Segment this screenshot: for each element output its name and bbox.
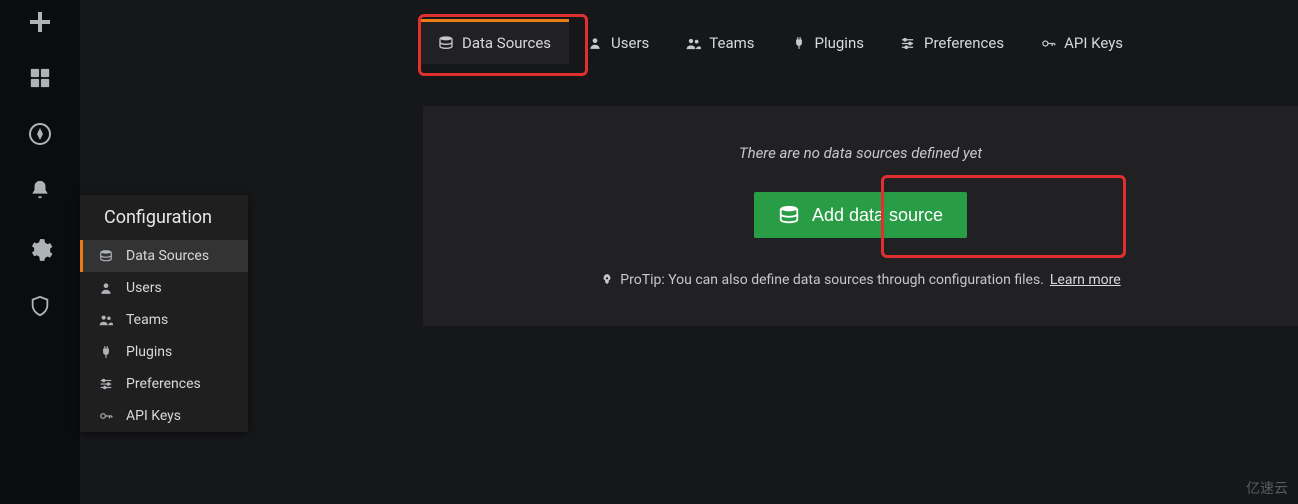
admin-button[interactable]	[18, 284, 62, 328]
users-icon	[685, 35, 701, 51]
flyout-item-users[interactable]: Users	[80, 272, 248, 304]
plug-icon	[98, 344, 114, 360]
create-button[interactable]	[18, 0, 62, 44]
watermark: 亿速云	[1246, 478, 1288, 498]
protip-text: ProTip: You can also define data sources…	[600, 272, 1120, 288]
flyout-item-plugins[interactable]: Plugins	[80, 336, 248, 368]
alerting-button[interactable]	[18, 168, 62, 212]
flyout-item-label: Data Sources	[126, 248, 209, 264]
empty-state-message: There are no data sources defined yet	[739, 144, 982, 162]
database-icon	[98, 248, 114, 264]
flyout-item-data-sources[interactable]: Data Sources	[80, 240, 248, 272]
database-icon	[778, 204, 800, 226]
protip-learn-more-link[interactable]: Learn more	[1050, 272, 1121, 288]
flyout-item-label: API Keys	[126, 408, 181, 424]
gear-icon	[27, 237, 53, 263]
tab-label: Teams	[709, 34, 754, 52]
key-icon	[1040, 35, 1056, 51]
sliders-icon	[900, 35, 916, 51]
users-icon	[98, 312, 114, 328]
bell-icon	[29, 179, 51, 201]
tab-plugins[interactable]: Plugins	[773, 22, 882, 64]
configuration-button[interactable]	[18, 228, 62, 272]
tab-users[interactable]: Users	[569, 22, 667, 64]
protip-message: ProTip: You can also define data sources…	[620, 272, 1044, 288]
dashboards-button[interactable]	[18, 56, 62, 100]
explore-button[interactable]	[18, 112, 62, 156]
compass-icon	[28, 122, 52, 146]
tab-label: Preferences	[924, 34, 1004, 52]
flyout-item-label: Plugins	[126, 344, 172, 360]
configuration-flyout: Configuration Data Sources Users Teams P…	[80, 195, 248, 432]
shield-icon	[29, 295, 51, 317]
tab-data-sources[interactable]: Data Sources	[420, 19, 569, 64]
dashboard-icon	[29, 67, 51, 89]
tab-label: Users	[611, 34, 649, 52]
flyout-item-teams[interactable]: Teams	[80, 304, 248, 336]
tab-teams[interactable]: Teams	[667, 22, 772, 64]
left-sidebar	[0, 0, 80, 504]
config-tabs: Data Sources Users Teams Plugins Prefere…	[420, 22, 1141, 64]
flyout-item-preferences[interactable]: Preferences	[80, 368, 248, 400]
tab-label: API Keys	[1064, 34, 1123, 52]
key-icon	[98, 408, 114, 424]
add-button-label: Add data source	[812, 205, 943, 226]
add-data-source-button[interactable]: Add data source	[754, 192, 967, 238]
plug-icon	[791, 35, 807, 51]
plus-icon	[28, 10, 52, 34]
user-icon	[587, 35, 603, 51]
tab-api-keys[interactable]: API Keys	[1022, 22, 1141, 64]
flyout-item-label: Preferences	[126, 376, 201, 392]
user-icon	[98, 280, 114, 296]
tab-label: Plugins	[815, 34, 864, 52]
flyout-title: Configuration	[80, 195, 248, 240]
flyout-item-api-keys[interactable]: API Keys	[80, 400, 248, 432]
database-icon	[438, 35, 454, 51]
sliders-icon	[98, 376, 114, 392]
flyout-item-label: Teams	[126, 312, 168, 328]
rocket-icon	[600, 273, 614, 287]
flyout-item-label: Users	[126, 280, 162, 296]
tab-label: Data Sources	[462, 34, 551, 52]
tab-preferences[interactable]: Preferences	[882, 22, 1022, 64]
data-sources-panel: There are no data sources defined yet Ad…	[423, 106, 1298, 326]
